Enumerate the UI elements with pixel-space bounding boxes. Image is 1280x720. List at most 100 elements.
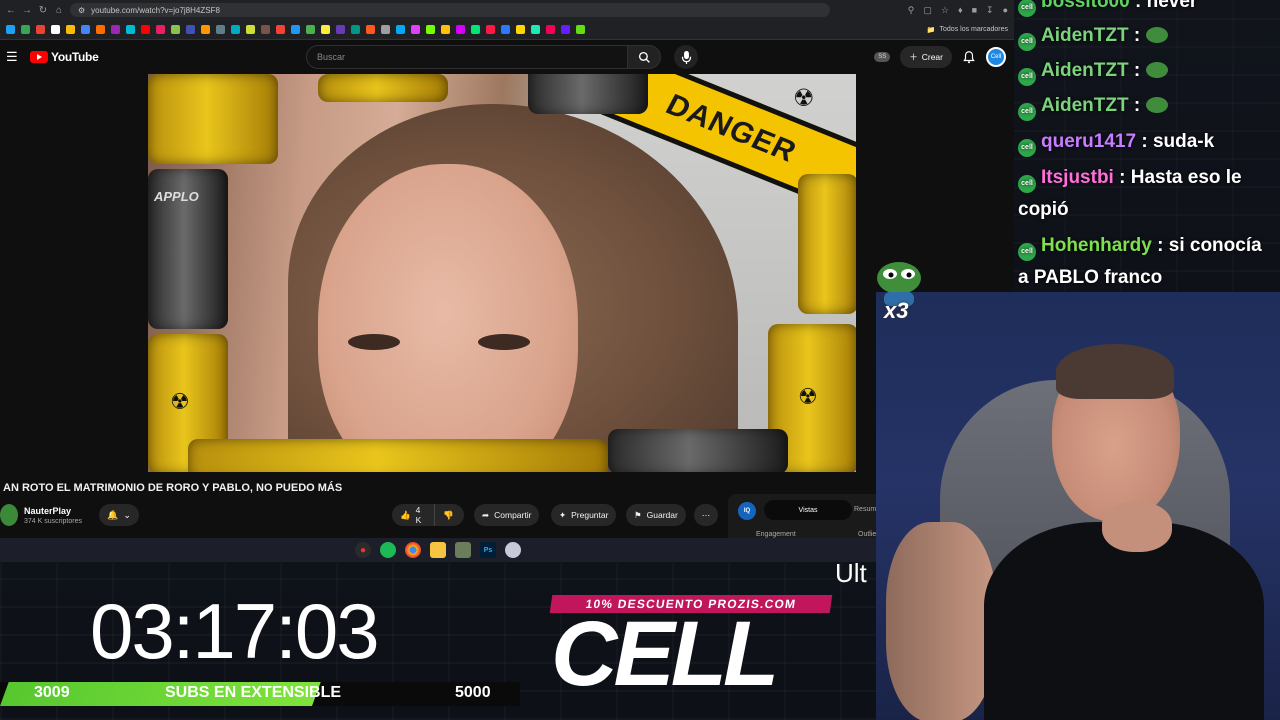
search-input[interactable] [306,45,627,69]
app2-icon[interactable] [505,542,521,558]
bookmark-favicon-icon[interactable] [441,25,450,34]
chat-username[interactable]: Hohenhardy [1041,235,1152,256]
account-avatar[interactable]: Cell [986,47,1006,67]
bookmark-favicon-icon[interactable] [531,25,540,34]
create-button[interactable]: ＋ Crear [900,46,952,68]
bookmark-favicon-icon[interactable] [261,25,270,34]
tab-vistas[interactable]: Vistas [764,500,852,520]
chat-text: a PABLO franco [1018,267,1163,288]
bookmark-favicon-icon[interactable] [396,25,405,34]
bookmark-favicon-icon[interactable] [216,25,225,34]
sub-badge-icon: cell [1018,68,1036,86]
thumbs-down-icon: 👎 [443,509,454,520]
bookmark-favicon-icon[interactable] [6,25,15,34]
share-button[interactable]: ➦ Compartir [474,504,540,526]
bookmark-favicon-icon[interactable] [186,25,195,34]
subscription-notifications-button[interactable]: 🔔 ⌄ [98,504,139,526]
extensions-icon[interactable]: ■ [972,5,977,16]
chat-username[interactable]: queru1417 [1041,131,1136,152]
bookmark-favicon-icon[interactable] [276,25,285,34]
zoom-icon[interactable]: ⚲ [908,5,915,16]
channel-name[interactable]: NauterPlay [24,506,82,516]
bookmark-favicon-icon[interactable] [141,25,150,34]
video-player[interactable]: DANGER APPLO ☢ ☢ ☢ [148,74,856,472]
channel-subscribers: 374 K suscriptores [24,517,82,525]
obs-icon[interactable]: ● [355,542,371,558]
chrome-icon[interactable] [405,542,421,558]
barrel-yellow [318,74,448,102]
bookmark-favicon-icon[interactable] [306,25,315,34]
download-icon[interactable]: ↧ [986,5,994,16]
notifications-icon[interactable] [962,50,976,64]
chat-username[interactable]: AidenTZT [1041,60,1129,81]
bookmark-favicon-icon[interactable] [66,25,75,34]
bookmark-favicon-icon[interactable] [366,25,375,34]
bookmark-favicon-icon[interactable] [411,25,420,34]
reload-icon[interactable]: ↻ [38,5,48,16]
iq-icon[interactable]: IQ [738,502,756,520]
more-actions-button[interactable]: ⋯ [694,504,718,526]
bookmark-favicon-icon[interactable] [21,25,30,34]
bookmark-favicon-icon[interactable] [51,25,60,34]
search-button[interactable] [627,45,661,69]
menu-icon[interactable]: ☰ [6,49,22,65]
bookmark-favicon-icon[interactable] [471,25,480,34]
youtube-logo[interactable]: YouTube [30,50,99,64]
dislike-button[interactable]: 👎 [434,504,464,526]
app-icon[interactable] [455,542,471,558]
emote-multiplier: x3 [884,298,909,323]
bookmark-favicon-icon[interactable] [516,25,525,34]
back-icon[interactable]: ← [6,5,16,16]
screenshot-icon[interactable]: ▢ [923,5,932,16]
chat-username[interactable]: AidenTZT [1041,25,1129,46]
bookmark-favicon-icon[interactable] [246,25,255,34]
bookmark-favicon-icon[interactable] [81,25,90,34]
bookmark-favicon-icon[interactable] [291,25,300,34]
explorer-icon[interactable] [430,542,446,558]
bookmark-favicon-icon[interactable] [201,25,210,34]
profile-icon[interactable]: ● [1003,5,1008,16]
bookmark-favicon-icon[interactable] [501,25,510,34]
extension-icon[interactable]: ♦ [958,5,963,16]
tab-resumen[interactable]: Resum [854,506,876,513]
chat-username[interactable]: AidenTZT [1041,95,1129,116]
bookmark-favicon-icon[interactable] [156,25,165,34]
bookmark-favicon-icon[interactable] [576,25,585,34]
bookmark-favicon-icon[interactable] [546,25,555,34]
bookmark-favicon-icon[interactable] [486,25,495,34]
bookmark-favicon-icon[interactable] [321,25,330,34]
bookmark-favicon-icon[interactable] [231,25,240,34]
pepe-emote-icon [1145,97,1168,113]
photoshop-icon[interactable]: Ps [480,542,496,558]
bookmark-favicon-icon[interactable] [351,25,360,34]
channel-avatar[interactable] [0,504,18,526]
voice-search-button[interactable] [674,45,698,69]
bookmark-favicon-icon[interactable] [171,25,180,34]
star-icon[interactable]: ☆ [941,5,949,16]
bookmark-favicon-icon[interactable] [426,25,435,34]
bookmark-favicon-icon[interactable] [36,25,45,34]
chat-username[interactable]: Itsjustbi [1041,167,1114,188]
site-info-icon[interactable]: ⚙ [78,6,85,15]
bookmark-favicon-icon[interactable] [336,25,345,34]
chat-message: cell queru1417 : suda-k [1018,126,1214,158]
bookmark-favicon-icon[interactable] [456,25,465,34]
spotify-icon[interactable] [380,542,396,558]
all-bookmarks[interactable]: 📁 Todos los marcadores [927,26,1008,34]
bookmark-favicon-icon[interactable] [111,25,120,34]
subs-goal: 5000 [455,684,491,701]
forward-icon[interactable]: → [22,5,32,16]
channel-info: NauterPlay 374 K suscriptores [24,506,82,525]
address-bar[interactable]: ⚙ youtube.com/watch?v=jo7j8H4ZSF8 [70,3,830,17]
ask-button[interactable]: ✦ Preguntar [551,504,617,526]
bookmark-favicon-icon[interactable] [561,25,570,34]
ss-badge[interactable]: SS [874,52,891,62]
bookmark-favicon-icon[interactable] [381,25,390,34]
chat-username[interactable]: bossito00 [1041,0,1130,12]
like-count: 4 K [415,505,422,525]
bookmark-favicon-icon[interactable] [126,25,135,34]
bookmark-favicon-icon[interactable] [96,25,105,34]
save-button[interactable]: ⚑ Guardar [626,504,686,526]
like-button[interactable]: 👍 4 K [392,504,434,526]
home-icon[interactable]: ⌂ [54,5,64,16]
